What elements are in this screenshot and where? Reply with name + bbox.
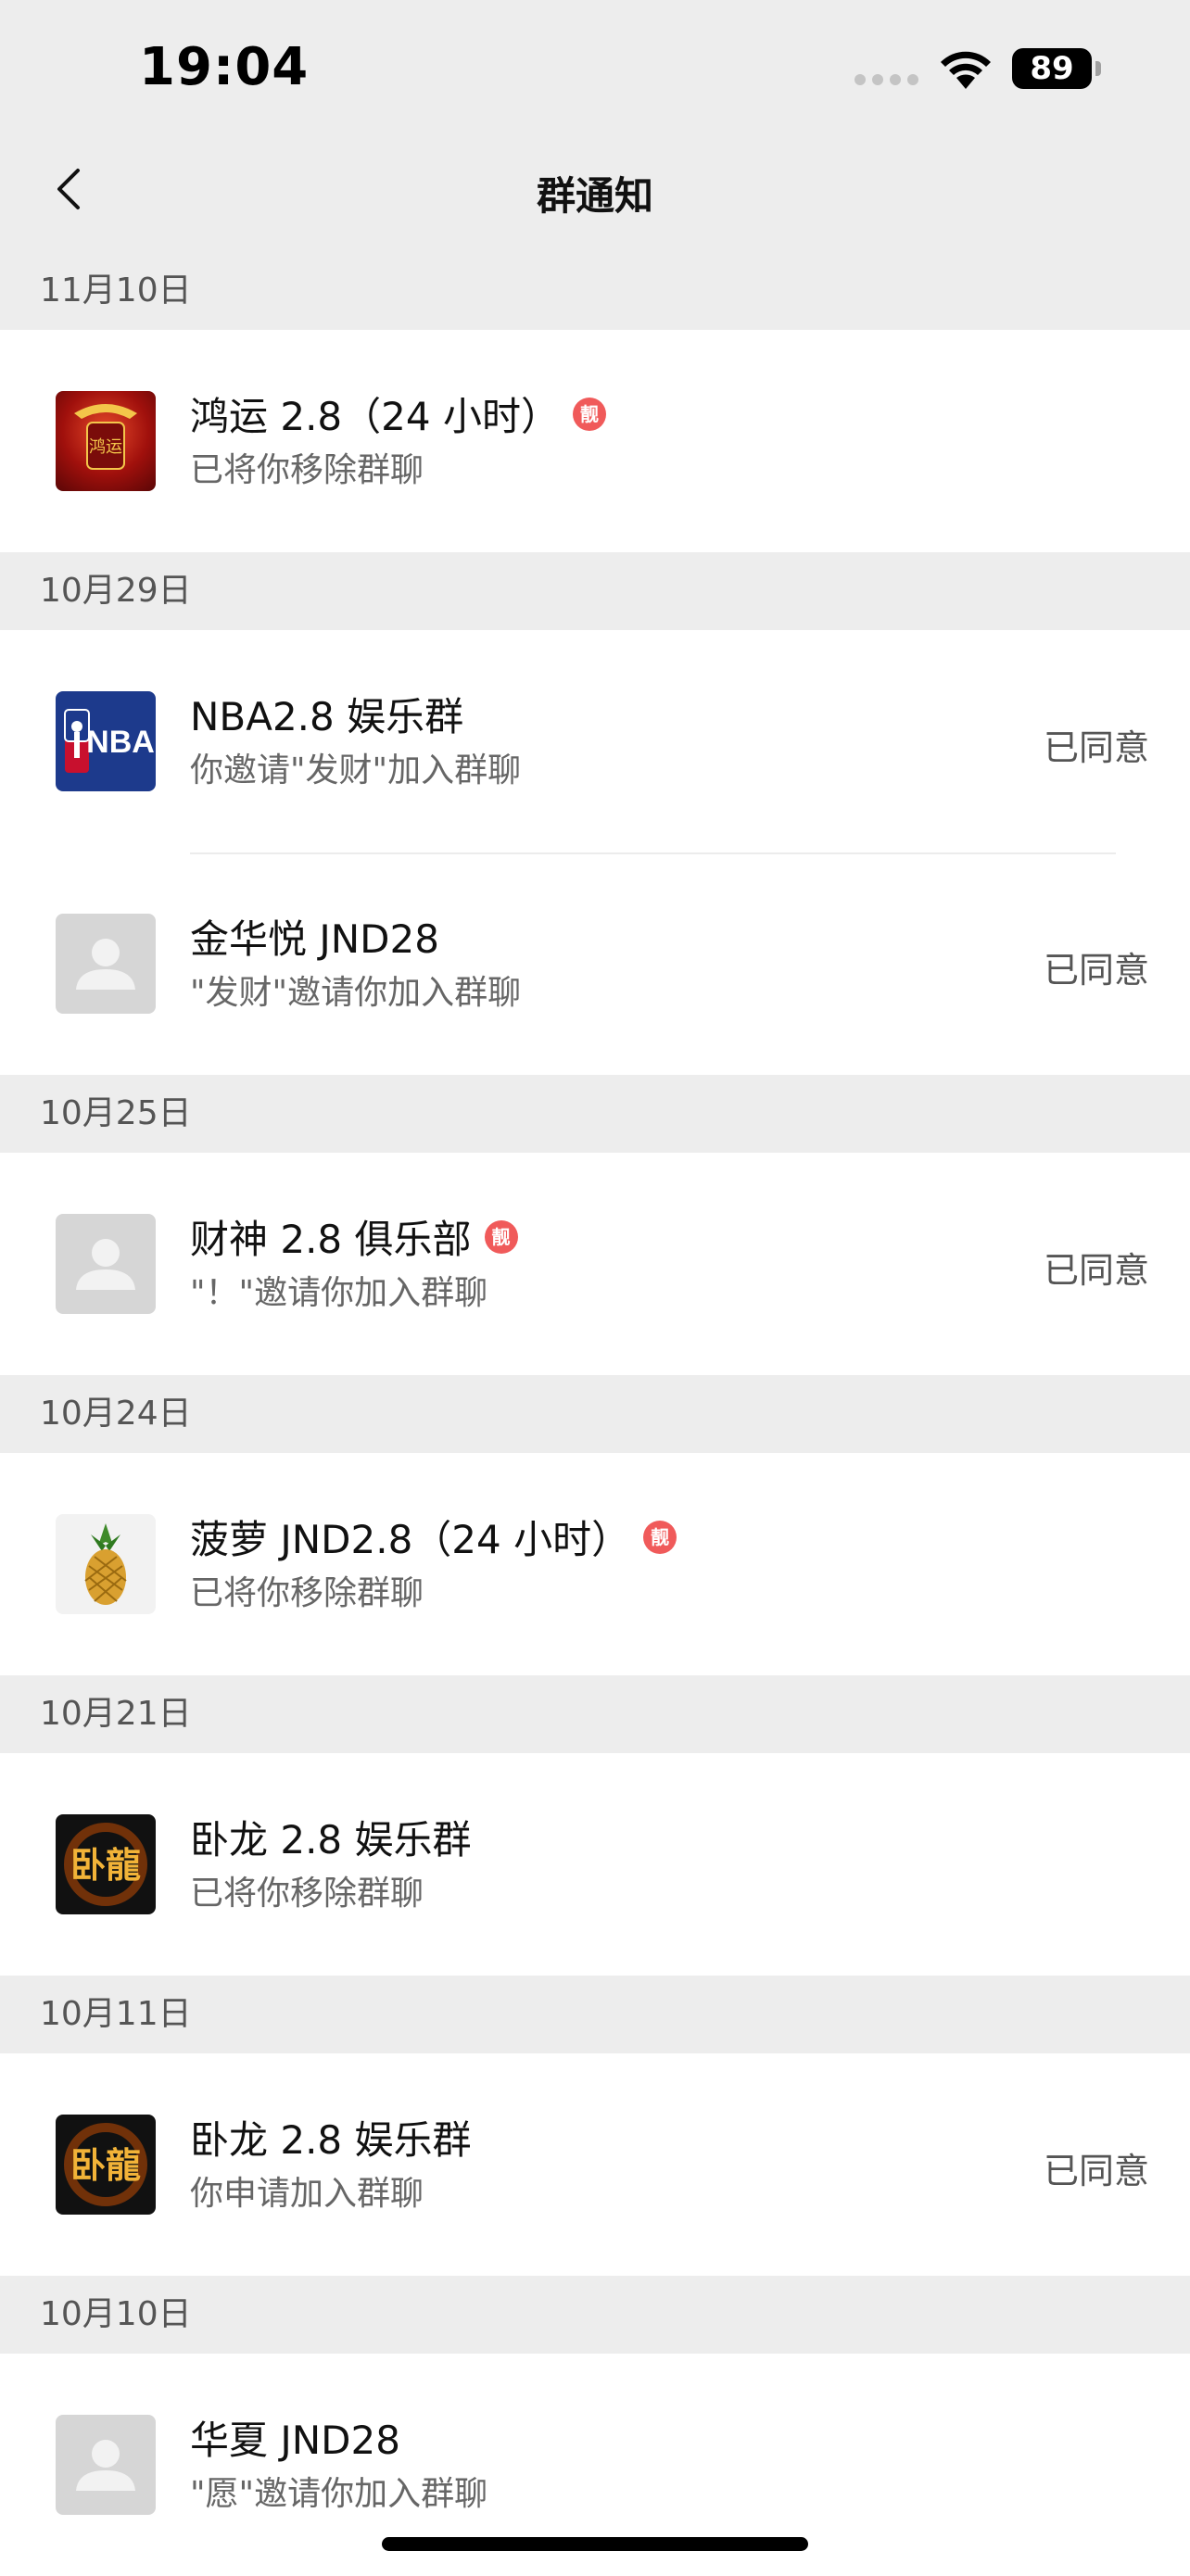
group-name-text: 卧龙 2.8 娱乐群 <box>190 2117 472 2163</box>
notification-text: "发财"邀请你加入群聊 <box>190 974 522 1012</box>
nav-bar: 群通知 <box>0 139 1190 250</box>
liang-badge-icon: 靓 <box>643 1520 677 1554</box>
notification-item[interactable]: 财神 2.8 俱乐部靓 "！"邀请你加入群聊 已同意 <box>0 1153 1190 1375</box>
notification-item[interactable]: 菠萝 JND2.8（24 小时） 靓已将你移除群聊 <box>0 1453 1190 1675</box>
group-name: 卧龙 2.8 娱乐群 <box>190 2109 472 2166</box>
default-avatar <box>56 1214 156 1314</box>
default-avatar <box>56 914 156 1014</box>
notification-list: 11月10日 鸿运 鸿运 2.8（24 小时）靓已将你移除群聊 10月29日 NBA NB… <box>0 252 1190 2576</box>
group-name-text: 金华悦 JND28 <box>190 916 439 962</box>
wolong-logo-text: 卧龍 <box>70 1844 141 1886</box>
notification-card: 菠萝 JND2.8（24 小时） 靓已将你移除群聊 <box>0 1453 1190 1675</box>
group-name: 卧龙 2.8 娱乐群 <box>190 1809 472 1865</box>
group-name: 财神 2.8 俱乐部靓 <box>190 1208 518 1265</box>
date-header: 10月24日 <box>0 1375 1190 1453</box>
notification-item[interactable]: 鸿运 鸿运 2.8（24 小时） 靓已将你移除群聊 <box>0 330 1190 552</box>
group-name-text: 卧龙 2.8 娱乐群 <box>190 1817 472 1863</box>
group-name-text: 财神 2.8 俱乐部 <box>190 1217 472 1262</box>
nba-logo-text: NBA <box>86 725 155 760</box>
notification-text: 你邀请"发财"加入群聊 <box>190 751 522 789</box>
group-name: NBA2.8 娱乐群 <box>190 686 463 742</box>
default-avatar <box>56 2415 156 2515</box>
date-header: 11月10日 <box>0 252 1190 330</box>
notification-card: 鸿运 鸿运 2.8（24 小时） 靓已将你移除群聊 <box>0 330 1190 552</box>
wolong-avatar: 卧龍 <box>56 1814 156 1914</box>
notification-text: 已将你移除群聊 <box>190 1574 424 1612</box>
hongyun-avatar: 鸿运 <box>56 391 156 491</box>
hongyun-logo-text: 鸿运 <box>89 437 122 457</box>
notification-card: 卧龍 卧龙 2.8 娱乐群已将你移除群聊 <box>0 1753 1190 1976</box>
pineapple-avatar <box>56 1514 156 1614</box>
page-title: 群通知 <box>536 173 653 219</box>
liang-badge-icon: 靓 <box>572 397 606 431</box>
notification-text: "愿"邀请你加入群聊 <box>190 2475 488 2513</box>
group-name: 华夏 JND28 <box>190 2409 400 2466</box>
group-name-text: 菠萝 JND2.8（24 小时） <box>190 1517 631 1562</box>
battery-icon: 89 <box>1012 48 1092 89</box>
group-name: 金华悦 JND28 <box>190 908 439 965</box>
group-name-text: 华夏 JND28 <box>190 2418 400 2463</box>
notification-text: "！"邀请你加入群聊 <box>190 1274 488 1312</box>
notification-item[interactable]: NBA NBA2.8 娱乐群你邀请"发财"加入群聊 已同意 <box>0 630 1190 852</box>
status-label: 已同意 <box>1043 727 1149 768</box>
date-header: 10月29日 <box>0 552 1190 630</box>
date-header: 10月10日 <box>0 2276 1190 2354</box>
status-bar: 19:04 89 <box>0 0 1190 139</box>
group-name: 菠萝 JND2.8（24 小时） 靓 <box>190 1509 677 1565</box>
wolong-avatar: 卧龍 <box>56 2115 156 2215</box>
notification-card: NBA NBA2.8 娱乐群 你邀请"发财"加入群聊 已同意 金华悦 JND28 "发财"… <box>0 630 1190 1075</box>
group-name-text: 鸿运 2.8（24 小时） <box>190 394 560 439</box>
group-name-text: NBA2.8 娱乐群 <box>190 694 464 739</box>
notification-item[interactable]: 金华悦 JND28 "发财"邀请你加入群聊 已同意 <box>0 852 1190 1075</box>
liang-badge-icon: 靓 <box>484 1219 518 1254</box>
date-header: 10月25日 <box>0 1075 1190 1153</box>
nba-logo-avatar: NBA <box>56 691 156 791</box>
notification-text: 已将你移除群聊 <box>190 1875 424 1913</box>
home-indicator <box>382 2537 808 2551</box>
notification-card: 卧龍 卧龙 2.8 娱乐群你申请加入群聊 已同意 <box>0 2053 1190 2276</box>
notification-item[interactable]: 卧龍 卧龙 2.8 娱乐群已将你移除群聊 <box>0 1753 1190 1976</box>
group-name: 鸿运 2.8（24 小时） 靓 <box>190 385 606 442</box>
cellular-signal-icon <box>855 74 918 85</box>
notification-card: 财神 2.8 俱乐部靓 "！"邀请你加入群聊 已同意 <box>0 1153 1190 1375</box>
date-header: 10月21日 <box>0 1675 1190 1753</box>
notification-text: 你申请加入群聊 <box>190 2175 424 2213</box>
date-header: 10月11日 <box>0 1976 1190 2053</box>
wolong-logo-text: 卧龍 <box>70 2144 141 2186</box>
status-label: 已同意 <box>1043 1250 1149 1291</box>
notification-item[interactable]: 卧龍 卧龙 2.8 娱乐群你申请加入群聊 已同意 <box>0 2053 1190 2276</box>
status-label: 已同意 <box>1043 2151 1149 2191</box>
status-label: 已同意 <box>1043 950 1149 991</box>
notification-text: 已将你移除群聊 <box>190 451 424 489</box>
wifi-icon <box>941 51 991 89</box>
status-time: 19:04 <box>139 37 310 97</box>
battery-tip <box>1095 61 1101 76</box>
